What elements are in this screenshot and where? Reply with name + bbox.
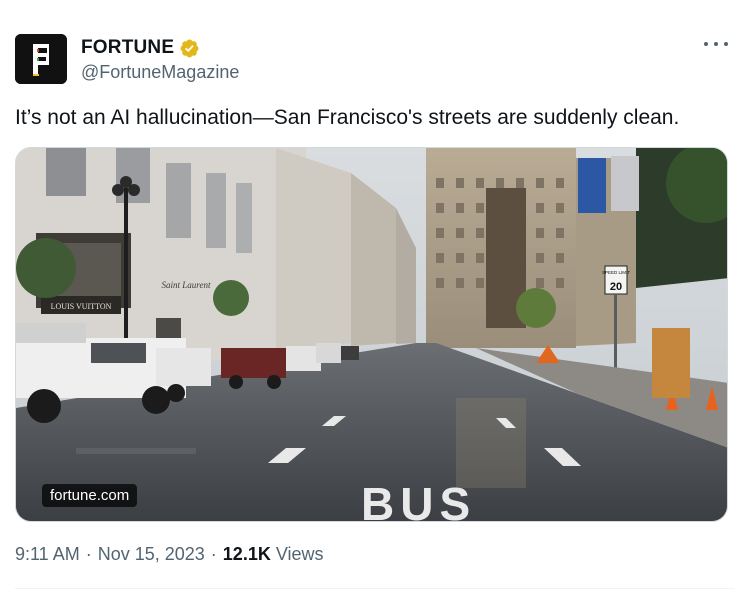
avatar[interactable] xyxy=(15,34,67,84)
author-name-text: FORTUNE xyxy=(81,37,175,58)
tweet-text: It’s not an AI hallucination—San Francis… xyxy=(15,106,680,129)
verified-badge-icon xyxy=(180,39,199,57)
tweet-time[interactable]: 9:11 AM xyxy=(15,544,80,565)
tweet-photo[interactable]: LOUIS VUITTON Saint Laurent SPEED LIMIT … xyxy=(15,147,728,522)
more-dot xyxy=(724,42,728,46)
more-dot xyxy=(704,42,708,46)
divider xyxy=(15,588,735,589)
street-photo: LOUIS VUITTON Saint Laurent SPEED LIMIT … xyxy=(16,148,727,522)
tweet-card: FORTUNE @FortuneMagazine It’s not an AI … xyxy=(0,0,750,596)
meta-separator: · xyxy=(210,544,217,564)
speed-limit-label: SPEED LIMIT xyxy=(602,270,630,275)
views-count: 12.1K xyxy=(222,544,271,564)
more-options-icon[interactable] xyxy=(704,36,728,52)
store-script-sign: Saint Laurent xyxy=(162,280,211,290)
author-name[interactable]: FORTUNE xyxy=(81,37,200,59)
link-source-label[interactable]: fortune.com xyxy=(42,484,138,507)
more-dot xyxy=(714,42,718,46)
storefront-sign: LOUIS VUITTON xyxy=(51,302,112,311)
author-handle[interactable]: @FortuneMagazine xyxy=(81,62,239,83)
road-marking: BUS xyxy=(361,478,476,522)
tweet-meta: 9:11 AM · Nov 15, 2023 · 12.1K Views xyxy=(15,544,324,565)
views-label: Views xyxy=(275,544,324,564)
tweet-date[interactable]: Nov 15, 2023 xyxy=(98,544,205,565)
meta-separator: · xyxy=(85,544,92,564)
fortune-logo-icon xyxy=(15,34,67,84)
speed-limit-value: 20 xyxy=(610,281,622,293)
